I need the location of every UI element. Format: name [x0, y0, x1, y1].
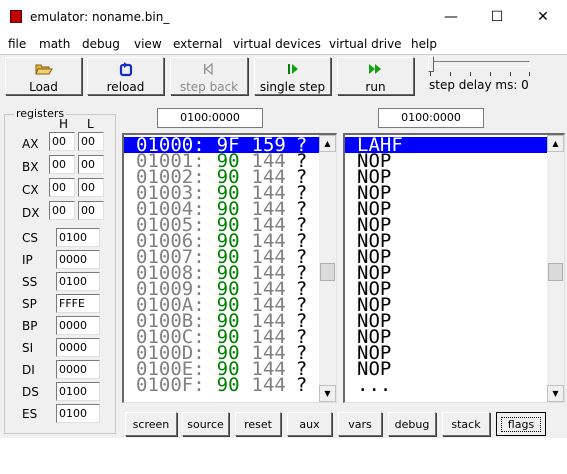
register-l-header: L [87, 117, 94, 131]
register-ax-label: AX [22, 137, 39, 151]
menu-math[interactable]: math [39, 37, 70, 51]
register-ds-label: DS [22, 385, 39, 399]
register-dl-field[interactable]: 00 [78, 201, 104, 220]
register-cl-field[interactable]: 00 [78, 178, 104, 197]
register-bp-label: BP [22, 319, 38, 333]
slider-tick [529, 72, 530, 76]
maximize-button[interactable]: ☐ [474, 4, 520, 30]
register-ch-field[interactable]: 00 [49, 178, 75, 197]
step-delay-slider-thumb[interactable] [428, 56, 434, 72]
register-si-label: SI [22, 341, 34, 355]
single-step-icon [286, 61, 300, 77]
menu-debug[interactable]: debug [82, 37, 120, 51]
vars-button[interactable]: vars [338, 412, 382, 436]
scroll-up-arrow-icon[interactable]: ▲ [319, 135, 336, 152]
disassembly-address-field[interactable]: 0100:0000 [378, 108, 484, 128]
memory-address-field[interactable]: 0100:0000 [157, 108, 263, 128]
scroll-down-arrow-icon[interactable]: ▼ [319, 385, 336, 402]
slider-tick [430, 72, 431, 76]
disassembly-row[interactable]: ... [345, 376, 547, 395]
register-si-field[interactable]: 0000 [56, 338, 100, 357]
menu-virtual-drive[interactable]: virtual drive [329, 37, 402, 51]
folder-open-icon [34, 61, 53, 77]
slider-tick [450, 72, 451, 76]
menu-external[interactable]: external [173, 37, 222, 51]
memory-scroll-thumb[interactable] [320, 263, 335, 281]
menu-file[interactable]: file [8, 37, 26, 51]
register-es-label: ES [22, 407, 38, 421]
register-cs-label: CS [22, 231, 38, 245]
window-bottom-area [0, 438, 567, 474]
single-step-button[interactable]: single step [254, 57, 331, 95]
minimize-button[interactable]: — [428, 4, 474, 30]
step-back-button[interactable]: step back [170, 57, 248, 95]
reset-button[interactable]: reset [235, 412, 281, 436]
step-delay-label: step delay ms: 0 [429, 78, 529, 92]
register-ss-label: SS [22, 275, 38, 289]
register-di-field[interactable]: 0000 [56, 360, 100, 379]
scroll-up-arrow-icon[interactable]: ▲ [547, 135, 564, 152]
run-icon [368, 61, 384, 77]
register-es-field[interactable]: 0100 [56, 404, 100, 423]
register-di-label: DI [22, 363, 35, 377]
source-button[interactable]: source [182, 412, 229, 436]
register-ah-field[interactable]: 00 [49, 132, 75, 151]
register-sp-label: SP [22, 297, 37, 311]
register-bx-label: BX [22, 160, 39, 174]
register-bl-field[interactable]: 00 [78, 155, 104, 174]
disassembly-scroll-thumb[interactable] [548, 263, 563, 281]
reload-button[interactable]: reload [87, 57, 164, 95]
register-cs-field[interactable]: 0100 [56, 228, 100, 247]
register-h-header: H [59, 117, 69, 131]
memory-address: 0100F: [136, 374, 205, 396]
memory-scrollbar[interactable]: ▲ ▼ [319, 135, 336, 402]
register-dh-field[interactable]: 00 [49, 201, 75, 220]
menu-help[interactable]: help [411, 37, 437, 51]
step-back-icon [202, 61, 216, 77]
memory-row[interactable]: 0100F: 90 144? [124, 374, 319, 396]
memory-char-value: ? [295, 374, 308, 396]
debug-button[interactable]: debug [388, 412, 436, 436]
register-ds-field[interactable]: 0100 [56, 382, 100, 401]
flags-button[interactable]: flags [496, 412, 546, 436]
step-delay-slider[interactable] [430, 61, 530, 67]
load-button[interactable]: Load [5, 57, 82, 95]
slider-tick [510, 72, 511, 76]
register-ip-label: IP [22, 253, 33, 267]
run-button[interactable]: run [337, 57, 414, 95]
memory-list[interactable]: 01000: 9F 159? 01001: 90 144? 01002: 90 144? 0100… [122, 133, 337, 403]
register-al-field[interactable]: 00 [78, 132, 104, 151]
window-title: emulator: noname.bin_ [30, 10, 170, 24]
toolbar-divider [0, 54, 567, 55]
register-bh-field[interactable]: 00 [49, 155, 75, 174]
register-bp-field[interactable]: 0000 [56, 316, 100, 335]
disassembly-scrollbar[interactable]: ▲ ▼ [547, 135, 564, 402]
memory-hex-value: 90 [216, 374, 240, 396]
menu-view[interactable]: view [134, 37, 162, 51]
memory-decimal-value: 144 [251, 374, 286, 396]
scroll-down-arrow-icon[interactable]: ▼ [547, 385, 564, 402]
close-button[interactable]: ✕ [520, 4, 566, 30]
register-sp-field[interactable]: FFFE [56, 294, 100, 313]
register-cx-label: CX [22, 183, 39, 197]
disassembly-list[interactable]: LAHF NOP NOP NOP NOP NOP NOP NOP NOP NOP NOP NOP NOP… [343, 133, 565, 403]
register-ss-field[interactable]: 0100 [56, 272, 100, 291]
app-icon [10, 10, 22, 23]
reload-icon [118, 61, 134, 77]
aux-button[interactable]: aux [287, 412, 332, 436]
stack-button[interactable]: stack [442, 412, 490, 436]
slider-tick [470, 72, 471, 76]
menu-virtual-devices[interactable]: virtual devices [233, 37, 321, 51]
slider-tick [490, 72, 491, 76]
register-dx-label: DX [22, 206, 40, 220]
register-ip-field[interactable]: 0000 [56, 250, 100, 269]
screen-button[interactable]: screen [125, 412, 177, 436]
